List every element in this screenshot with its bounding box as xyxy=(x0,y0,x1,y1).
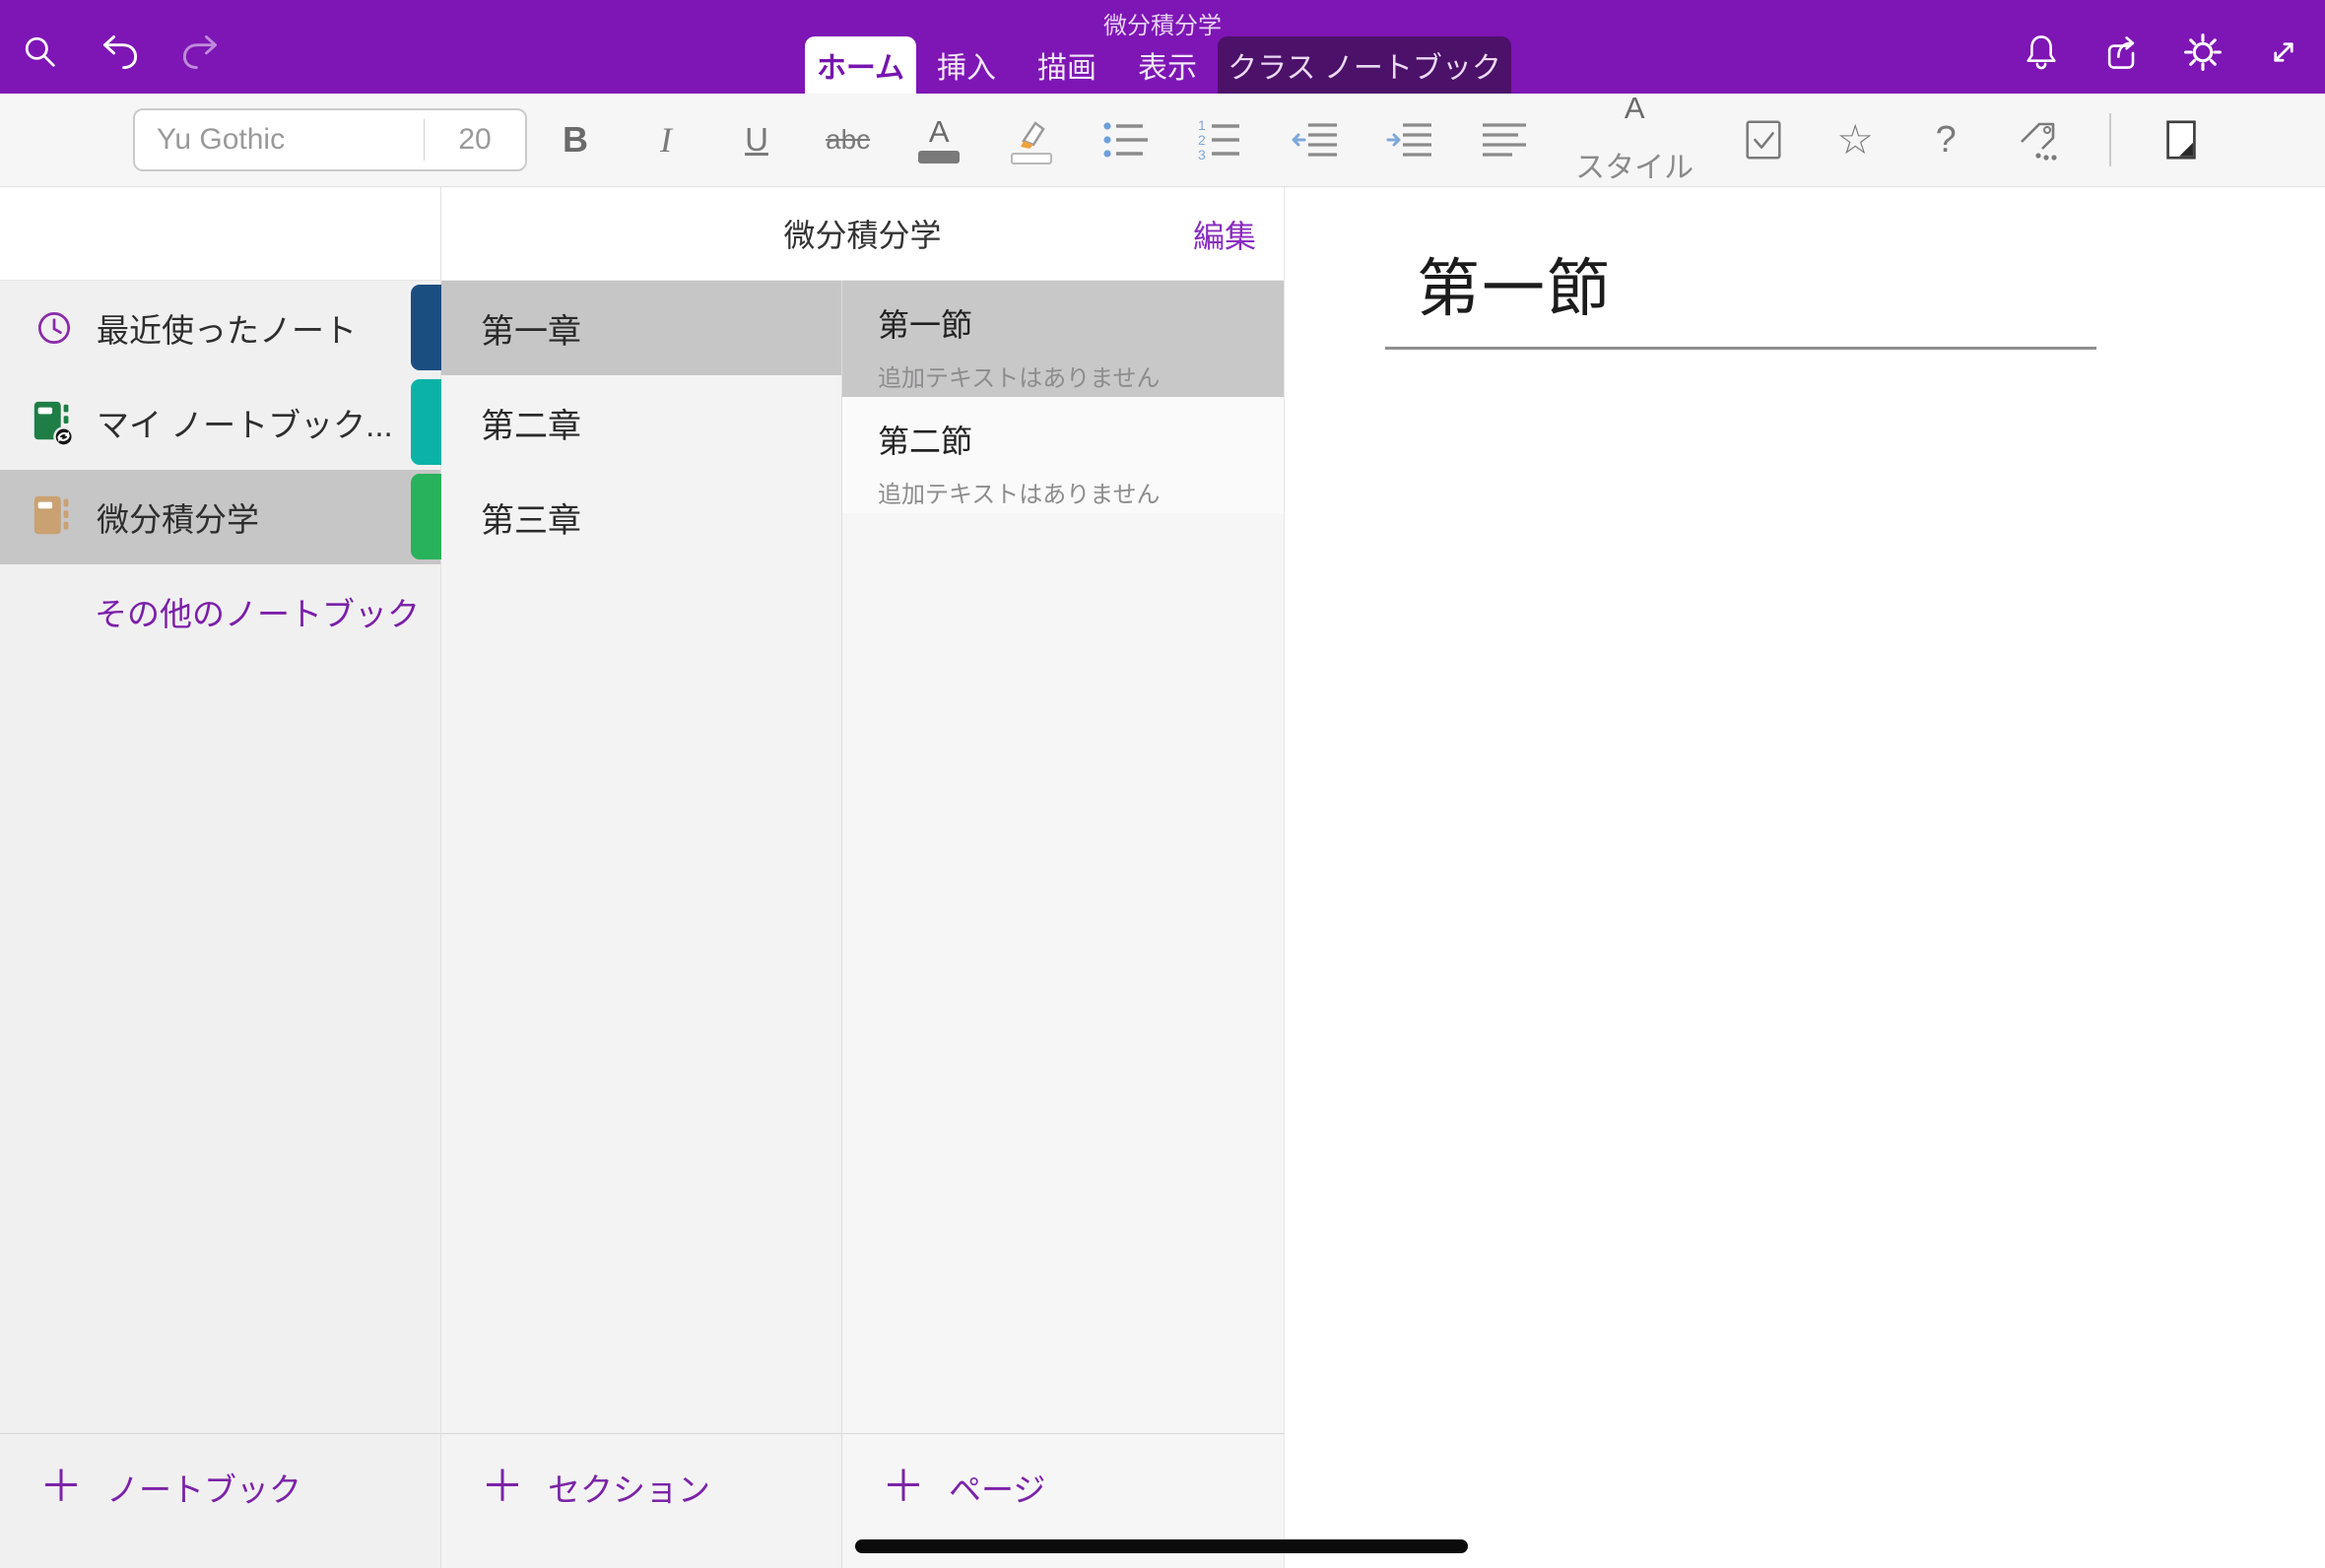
style-letter: A xyxy=(1625,94,1645,123)
tab-draw[interactable]: 描画 xyxy=(1017,36,1117,94)
sidebar-item-calculus-notebook[interactable]: 微分積分学 xyxy=(0,470,440,564)
page-item-subtitle: 追加テキストはありません xyxy=(878,359,1284,393)
top-app-bar: 微分積分学 ホーム 挿入 描画 表示 クラス ノートブック xyxy=(0,0,2325,94)
sidebar-item-my-notebooks[interactable]: マイ ノートブック... xyxy=(0,375,440,470)
indent-icon[interactable] xyxy=(1386,108,1433,171)
section-item[interactable]: 第三章 xyxy=(441,470,841,564)
tag-more-icon[interactable] xyxy=(2015,108,2062,171)
font-size-value[interactable]: 20 xyxy=(425,123,525,157)
note-canvas[interactable]: 第一節 xyxy=(1284,187,2325,1568)
topbar-right-icons xyxy=(2020,31,2305,74)
section-color-tab xyxy=(411,285,441,370)
sidebar-item-recent-notes[interactable]: 最近使ったノート xyxy=(0,281,440,375)
fullscreen-expand-icon[interactable] xyxy=(2262,31,2305,74)
tab-class-notebook[interactable]: クラス ノートブック xyxy=(1218,36,1511,94)
section-item[interactable]: 第二章 xyxy=(441,375,841,470)
settings-gear-icon[interactable] xyxy=(2181,31,2225,74)
font-name-value[interactable]: Yu Gothic xyxy=(135,123,424,157)
sidebar-footer: ＋ ノートブック xyxy=(0,1433,440,1568)
font-color-button[interactable]: A xyxy=(917,108,961,171)
document-title: 微分積分学 xyxy=(0,6,2325,40)
plus-icon: ＋ xyxy=(882,1466,925,1509)
add-page-button[interactable]: ＋ ページ xyxy=(882,1464,1045,1511)
tab-view[interactable]: 表示 xyxy=(1117,36,1218,94)
italic-button[interactable]: I xyxy=(644,108,688,171)
tab-insert[interactable]: 挿入 xyxy=(916,36,1017,94)
important-star-icon[interactable]: ☆ xyxy=(1833,108,1877,171)
page-marker-icon[interactable] xyxy=(2159,108,2204,171)
share-icon[interactable] xyxy=(2100,31,2144,74)
bold-button[interactable]: B xyxy=(554,108,597,171)
section-list: 第一章 第二章 第三章 ＋ セクション xyxy=(440,281,841,1568)
more-notebooks-link[interactable]: その他のノートブック xyxy=(0,564,440,659)
svg-text:3: 3 xyxy=(1198,147,1206,163)
notifications-bell-icon[interactable] xyxy=(2020,31,2063,74)
section-color-tab xyxy=(411,474,441,559)
home-indicator-bar[interactable] xyxy=(855,1539,1468,1553)
strikethrough-button[interactable]: abc xyxy=(826,108,870,171)
notebooks-sidebar: 最近使ったノート マイ ノートブック... xyxy=(0,187,440,1568)
notebook-header-title: 微分積分学 xyxy=(783,211,941,256)
toolbar-divider xyxy=(2109,113,2111,166)
ribbon-tabs: ホーム 挿入 描画 表示 クラス ノートブック xyxy=(805,36,1511,94)
outdent-icon[interactable] xyxy=(1292,108,1339,171)
tab-home[interactable]: ホーム xyxy=(805,36,916,94)
sidebar-header xyxy=(0,187,440,281)
section-color-tab xyxy=(411,379,441,465)
underline-button[interactable]: U xyxy=(735,108,778,171)
page-item[interactable]: 第一節 追加テキストはありません xyxy=(842,281,1284,397)
bullet-list-icon[interactable] xyxy=(1102,108,1150,171)
styles-button[interactable]: A スタイル xyxy=(1575,108,1694,171)
sidebar-item-label: 最近使ったノート xyxy=(97,304,357,352)
section-label: 第三章 xyxy=(481,493,581,542)
section-footer: ＋ セクション xyxy=(441,1433,841,1568)
section-label: 第二章 xyxy=(481,399,581,447)
svg-text:1: 1 xyxy=(1198,117,1206,133)
font-color-swatch xyxy=(918,151,960,163)
style-label: スタイル xyxy=(1575,143,1694,186)
sidebar-item-label: マイ ノートブック... xyxy=(97,399,393,446)
numbered-list-icon[interactable]: 1 2 3 xyxy=(1197,108,1244,171)
page-item-subtitle: 追加テキストはありません xyxy=(878,475,1284,509)
format-toolbar: Yu Gothic 20 B I U abc A 1 xyxy=(0,94,2325,187)
page-item-title: 第二節 xyxy=(878,417,1284,462)
section-item[interactable]: 第一章 xyxy=(441,281,841,375)
center-body: 第一章 第二章 第三章 ＋ セクション xyxy=(440,281,1284,1568)
notebook-icon xyxy=(30,491,79,543)
notebook-sync-icon xyxy=(30,397,79,448)
center-panel: 微分積分学 編集 第一章 第二章 第三章 ＋ xyxy=(440,187,1284,1568)
notebook-header: 微分積分学 編集 xyxy=(440,187,1284,281)
todo-checkbox-icon[interactable] xyxy=(1741,108,1786,171)
svg-text:2: 2 xyxy=(1198,132,1206,148)
page-list: 第一節 追加テキストはありません 第二節 追加テキストはありません ＋ ページ xyxy=(841,281,1284,1568)
note-title[interactable]: 第一節 xyxy=(1417,238,1612,329)
alignment-icon[interactable] xyxy=(1481,108,1528,171)
question-tag-icon[interactable]: ? xyxy=(1924,108,1967,171)
plus-icon: ＋ xyxy=(481,1466,524,1509)
sidebar-item-label: 微分積分学 xyxy=(97,493,259,541)
section-label: 第一章 xyxy=(481,304,581,353)
page-item[interactable]: 第二節 追加テキストはありません xyxy=(842,397,1284,513)
add-notebook-button[interactable]: ＋ ノートブック xyxy=(39,1464,301,1511)
highlighter-button[interactable] xyxy=(1008,108,1055,171)
add-section-button[interactable]: ＋ セクション xyxy=(481,1464,710,1511)
note-title-underline xyxy=(1385,347,2096,350)
font-picker[interactable]: Yu Gothic 20 xyxy=(133,108,527,171)
main-content: 最近使ったノート マイ ノートブック... xyxy=(0,187,2325,1568)
page-item-title: 第一節 xyxy=(878,300,1284,346)
edit-button[interactable]: 編集 xyxy=(1193,187,1256,281)
format-buttons: B I U abc A 1 2 3 xyxy=(554,94,2204,186)
clock-icon xyxy=(30,306,79,350)
plus-icon: ＋ xyxy=(39,1466,83,1509)
